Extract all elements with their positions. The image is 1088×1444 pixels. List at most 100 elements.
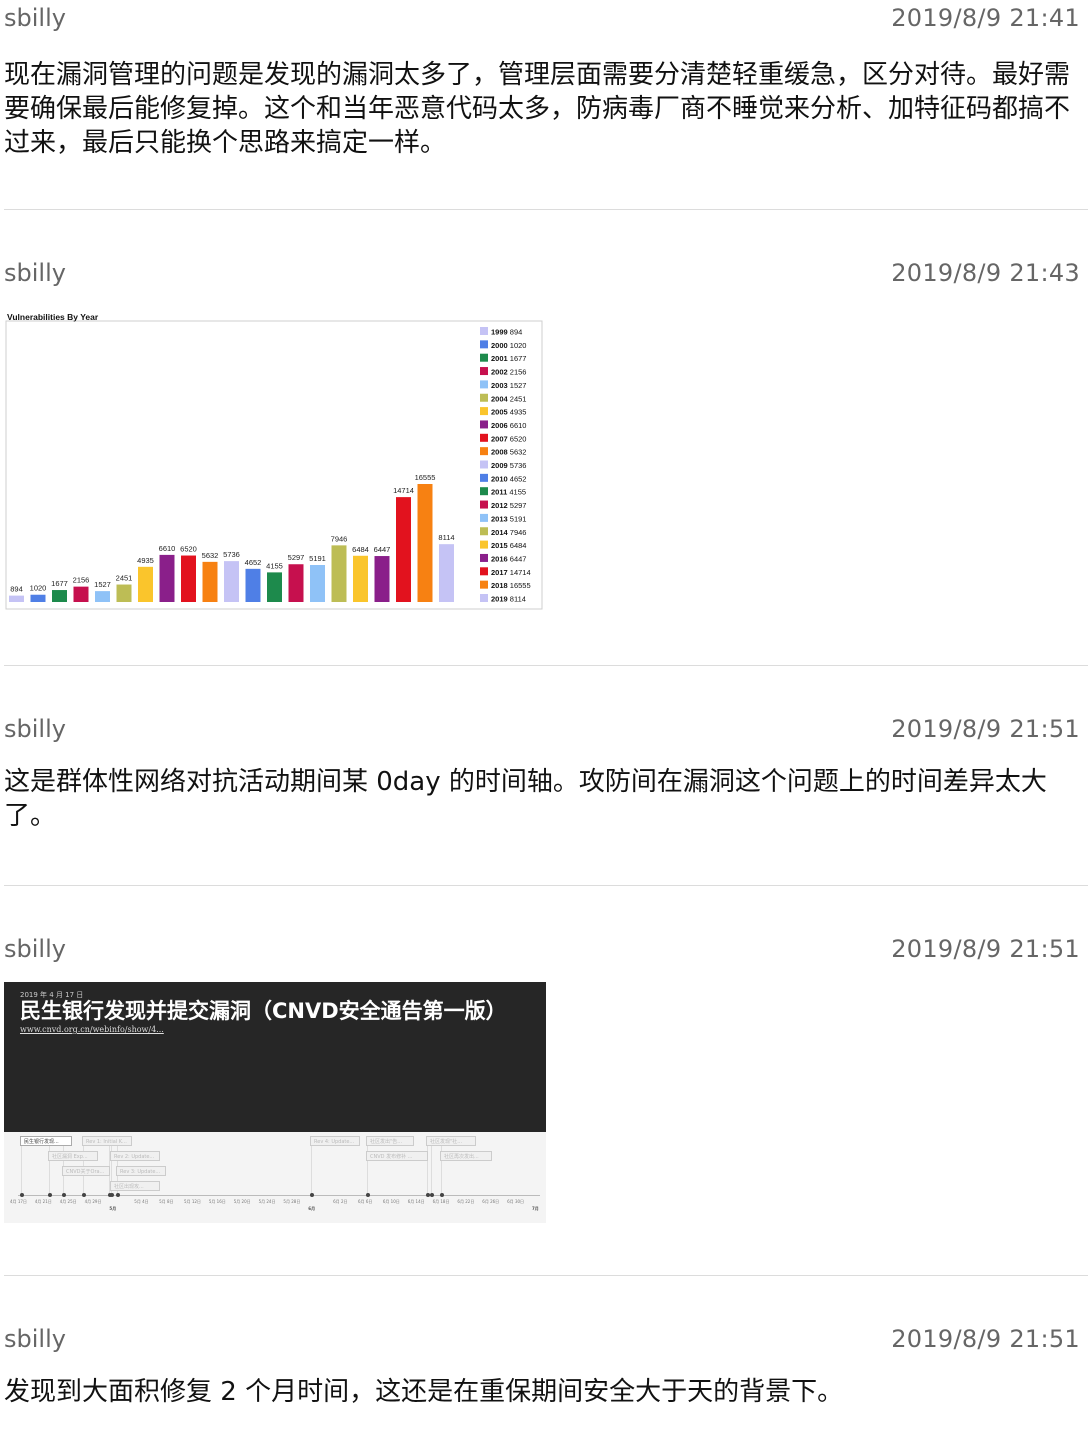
bar-label-2010: 4652 <box>245 558 262 567</box>
bar-label-2000: 1020 <box>30 584 47 593</box>
post-meta: sbilly 2019/8/9 21:51 <box>4 711 1080 747</box>
timeline-card[interactable]: 社区漏洞 Exp... <box>48 1151 98 1161</box>
legend-entry-2004: 2004 2451 <box>491 394 526 403</box>
legend-entry-2008: 2008 5632 <box>491 448 526 457</box>
post-divider <box>4 665 1088 666</box>
legend-swatch-2002 <box>480 367 488 376</box>
timeline-tick: 6月 10日 <box>382 1199 400 1204</box>
timeline-card[interactable]: 社区出现攻... <box>110 1181 160 1191</box>
timeline-connector <box>431 1146 432 1194</box>
legend-swatch-2000 <box>480 340 488 349</box>
timeline-card[interactable]: 社区发出"告... <box>366 1136 414 1146</box>
post-author[interactable]: sbilly <box>4 935 66 963</box>
post-author[interactable]: sbilly <box>4 715 66 743</box>
bar-2018 <box>417 484 433 602</box>
timeline-link[interactable]: www.cnvd.org.cn/webinfo/show/4... <box>20 1025 164 1034</box>
timeline-tick: 4月 29日 <box>84 1199 102 1204</box>
bar-label-2009: 5736 <box>223 550 240 559</box>
bar-label-2013: 5191 <box>309 554 326 563</box>
timeline-tick: 6月 2日 <box>333 1199 348 1204</box>
legend-swatch-2008 <box>480 447 488 456</box>
legend-entry-1999: 1999 894 <box>491 328 522 337</box>
bar-2006 <box>159 554 175 602</box>
bar-2013 <box>310 564 325 602</box>
bar-label-2011: 4155 <box>266 561 283 570</box>
post-text: 现在漏洞管理的问题是发现的漏洞太多了，管理层面需要分清楚轻重缓急，区分对待。最好… <box>4 60 1071 158</box>
post-meta: sbilly 2019/8/9 21:41 <box>4 0 1080 36</box>
post-text: 这是群体性网络对抗活动期间某 0day 的时间轴。攻防间在漏洞这个问题上的时间差… <box>4 767 1047 831</box>
bar-2015 <box>353 555 368 602</box>
timeline-card[interactable]: 社区再次发出... <box>440 1151 492 1161</box>
timeline-image[interactable]: 2019 年 4 月 17 日 民生银行发现并提交漏洞（CNVD安全通告第一版）… <box>4 982 546 1223</box>
post-author[interactable]: sbilly <box>4 259 66 287</box>
post-divider <box>4 885 1088 886</box>
legend-entry-2010: 2010 4652 <box>491 474 526 483</box>
bar-label-2017: 14714 <box>393 486 414 495</box>
bar-label-2003: 1527 <box>94 580 111 589</box>
post-author[interactable]: sbilly <box>4 1325 66 1353</box>
legend-swatch-1999 <box>480 327 488 335</box>
timeline-event-dot[interactable] <box>366 1193 370 1197</box>
bar-label-2006: 6610 <box>159 544 176 553</box>
timeline-event-dot[interactable] <box>110 1193 114 1197</box>
post-time: 2019/8/9 21:51 <box>891 715 1080 743</box>
timeline-event-dot[interactable] <box>440 1193 444 1197</box>
post-meta: sbilly 2019/8/9 21:51 <box>4 931 1080 967</box>
post-author[interactable]: sbilly <box>4 4 66 32</box>
bar-2007 <box>181 555 196 602</box>
legend-swatch-2011 <box>480 487 488 496</box>
legend-swatch-2018 <box>480 580 488 589</box>
vulnerabilities-chart-image[interactable]: Vulnerabilities By Year 894 1020 1677 2156 1… <box>4 306 546 612</box>
timeline-card[interactable]: Rev 2: Update... <box>110 1151 160 1161</box>
timeline-event-dot[interactable] <box>48 1193 52 1197</box>
timeline-tick: 7月 <box>532 1206 539 1211</box>
post-time: 2019/8/9 21:51 <box>891 1325 1080 1353</box>
timeline-tick: 6月 30日 <box>507 1199 525 1204</box>
timeline-card[interactable]: Rev 1: Initial K... <box>82 1136 132 1146</box>
legend-entry-2018: 2018 16555 <box>491 581 531 590</box>
legend-entry-2013: 2013 5191 <box>491 514 526 523</box>
timeline-tick: 4月 21日 <box>34 1199 52 1204</box>
legend-swatch-2005 <box>480 407 488 416</box>
legend-swatch-2015 <box>480 540 488 549</box>
legend-swatch-2003 <box>480 380 488 389</box>
timeline-card[interactable]: CNVD关于Ora... <box>62 1166 110 1176</box>
legend-swatch-2009 <box>480 460 488 469</box>
timeline-event-dot[interactable] <box>116 1193 120 1197</box>
legend-swatch-2010 <box>480 473 488 482</box>
timeline-tick: 6月 22日 <box>457 1199 475 1204</box>
legend-swatch-2006 <box>480 420 488 429</box>
bar-2016 <box>374 556 390 602</box>
timeline-event-dot[interactable] <box>20 1193 24 1197</box>
legend-entry-2016: 2016 6447 <box>491 554 526 563</box>
timeline-tick: 5月 4日 <box>134 1199 149 1204</box>
timeline-tick: 6月 <box>308 1206 316 1211</box>
timeline-card[interactable]: Rev 3: Update... <box>116 1166 166 1176</box>
timeline-tick: 6月 6日 <box>358 1199 373 1204</box>
chart-title: Vulnerabilities By Year <box>7 312 99 322</box>
timeline-card[interactable]: Rev 4: Update... <box>310 1136 360 1146</box>
timeline-event-dot[interactable] <box>62 1193 66 1197</box>
timeline-event-dot[interactable] <box>82 1193 86 1197</box>
timeline-header: 2019 年 4 月 17 日 民生银行发现并提交漏洞（CNVD安全通告第一版）… <box>4 982 546 1132</box>
legend-entry-2009: 2009 5736 <box>491 461 526 470</box>
legend-entry-2015: 2015 6484 <box>491 541 526 550</box>
timeline-event-dot[interactable] <box>310 1193 314 1197</box>
bar-label-2016: 6447 <box>374 545 391 554</box>
bar-label-1999: 894 <box>10 585 23 594</box>
timeline-tick: 4月 25日 <box>59 1199 77 1204</box>
timeline-connector <box>311 1146 312 1194</box>
legend-entry-2012: 2012 5297 <box>491 501 526 510</box>
timeline-axis <box>18 1195 540 1196</box>
timeline-event-dot[interactable] <box>430 1193 434 1197</box>
legend-entry-2001: 2001 1677 <box>491 354 526 363</box>
bar-2001 <box>52 590 67 602</box>
bar-2000 <box>30 594 46 602</box>
bar-chart: Vulnerabilities By Year 894 1020 1677 2156 1… <box>5 312 543 610</box>
post-time: 2019/8/9 21:51 <box>891 935 1080 963</box>
timeline-card[interactable]: 社区发现"社... <box>426 1136 476 1146</box>
timeline-tick: 5月 <box>109 1206 117 1211</box>
timeline-card[interactable]: CNVD 发布修补 ... <box>366 1151 428 1161</box>
timeline-card[interactable]: 民生银行发现... <box>20 1136 72 1146</box>
post-time: 2019/8/9 21:41 <box>891 4 1080 32</box>
